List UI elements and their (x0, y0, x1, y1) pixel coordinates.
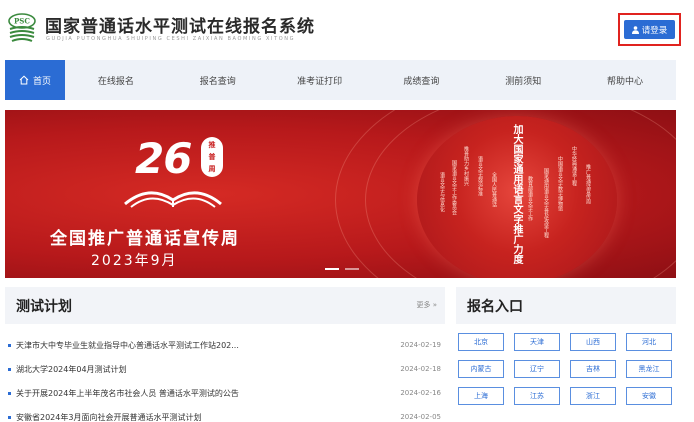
carousel-indicators (325, 268, 359, 270)
globe-line: 语言文字规范标准 (477, 156, 483, 196)
province-button-beijing[interactable]: 北京 (458, 333, 504, 351)
list-item-date: 2024-02-18 (400, 365, 441, 373)
test-plan-title: 测试计划 (16, 299, 72, 315)
user-icon (631, 25, 639, 34)
province-button-inner-mongolia[interactable]: 内蒙古 (458, 360, 504, 378)
open-book-icon (124, 191, 222, 208)
login-button[interactable]: 请登录 (624, 20, 675, 39)
bullet-icon (8, 415, 11, 419)
province-grid: 北京 天津 山西 河北 内蒙古 辽宁 吉林 黑龙江 上海 江苏 浙江 安徽 (458, 333, 676, 405)
list-item-title: 湖北大学2024年04月测试计划 (16, 364, 127, 374)
province-button-jiangsu[interactable]: 江苏 (514, 387, 560, 405)
nav-label-home: 首页 (32, 76, 51, 87)
registration-panel: 报名入口 北京 天津 山西 河北 内蒙古 辽宁 吉林 黑龙江 上海 江苏 浙江 … (456, 287, 676, 422)
globe-line: 语言文字与信息化 (439, 172, 445, 212)
province-button-heilongjiang[interactable]: 黑龙江 (626, 360, 672, 378)
list-item-date: 2024-02-19 (400, 341, 441, 349)
main-nav: 首页 在线报名 报名查询 准考证打印 成绩查询 测前须知 帮助中心 (5, 60, 676, 100)
psc-logo: PSC (8, 13, 36, 42)
province-button-hebei[interactable]: 河北 (626, 333, 672, 351)
test-plan-header: 测试计划 更多 » (5, 287, 445, 324)
province-button-anhui[interactable]: 安徽 (626, 387, 672, 405)
bullet-icon (8, 391, 11, 395)
nav-item-admission-ticket[interactable]: 准考证打印 (269, 60, 371, 100)
list-item-title: 安徽省2024年3月面向社会开展普通话水平测试计划 (16, 412, 202, 422)
globe-line: 全国人民普通话 (491, 172, 497, 207)
nav-item-score-query[interactable]: 成绩查询 (370, 60, 472, 100)
banner-headline: 全国推广普通话宣传周 (50, 229, 240, 249)
promo-banner[interactable]: 26 推 普 周 全国推广普通话宣传周 2023年9月 加大国家通用语言文字推广… (5, 110, 676, 278)
list-item[interactable]: 天津市大中专毕业生就业指导中心普通话水平测试工作站202... 2024-02-… (5, 335, 445, 355)
province-button-tianjin[interactable]: 天津 (514, 333, 560, 351)
province-button-shanxi[interactable]: 山西 (570, 333, 616, 351)
badge-char: 推 (208, 141, 216, 149)
province-button-zhejiang[interactable]: 浙江 (570, 387, 616, 405)
globe-line: 国家通用语言文字普及攻坚工程 (543, 168, 549, 238)
nav-item-home[interactable]: 首页 (5, 60, 65, 100)
more-link[interactable]: 更多 » (416, 300, 437, 310)
banner-badge: 推 普 周 (201, 137, 223, 177)
registration-header: 报名入口 (456, 287, 676, 324)
nav-item-pretest-notice[interactable]: 测前须知 (472, 60, 574, 100)
globe-line: 教育部语言文字工作 (527, 176, 533, 221)
list-item-date: 2024-02-16 (400, 389, 441, 397)
carousel-dot[interactable] (325, 268, 339, 270)
site-subtitle: GUOJIA PUTONGHUA SHUIPING CESHI ZAIXIAN … (46, 36, 296, 42)
nav-item-online-registration[interactable]: 在线报名 (65, 60, 167, 100)
globe-main-text: 加大国家通用语言文字推广力度 (511, 124, 522, 264)
nav-item-registration-query[interactable]: 报名查询 (167, 60, 269, 100)
globe-line: 推广普通话宣传周 (585, 164, 591, 204)
globe-line: 中华经典诵读工程 (571, 146, 577, 186)
globe-line: 国家语言文字工作委员会 (451, 160, 457, 215)
province-button-jilin[interactable]: 吉林 (570, 360, 616, 378)
list-item-title: 关于开展2024年上半年茂名市社会人员 普通话水平测试的公告 (16, 388, 239, 398)
carousel-dot[interactable] (345, 268, 359, 270)
logo-text: PSC (14, 17, 30, 26)
globe-line: 推普助力乡村振兴 (463, 146, 469, 186)
list-item-title: 天津市大中专毕业生就业指导中心普通话水平测试工作站202... (16, 340, 239, 350)
login-highlight-frame: 请登录 (618, 13, 681, 46)
banner-globe: 加大国家通用语言文字推广力度 中华经典诵读工程 中国语言文字数字博物馆 国家通用… (417, 116, 617, 278)
home-icon (19, 75, 29, 85)
nav-item-help-center[interactable]: 帮助中心 (574, 60, 676, 100)
banner-date: 2023年9月 (91, 253, 178, 269)
list-item[interactable]: 安徽省2024年3月面向社会开展普通话水平测试计划 2024-02-05 (5, 407, 445, 422)
banner-number: 26 (135, 134, 192, 183)
list-item[interactable]: 湖北大学2024年04月测试计划 2024-02-18 (5, 359, 445, 379)
province-button-liaoning[interactable]: 辽宁 (514, 360, 560, 378)
globe-line: 中国语言文字数字博物馆 (557, 156, 563, 211)
site-title: 国家普通话水平测试在线报名系统 (45, 17, 315, 37)
badge-char: 周 (208, 165, 216, 173)
badge-char: 普 (208, 153, 216, 161)
registration-title: 报名入口 (467, 299, 523, 315)
login-label: 请登录 (641, 25, 668, 36)
bullet-icon (8, 367, 11, 371)
list-item[interactable]: 关于开展2024年上半年茂名市社会人员 普通话水平测试的公告 2024-02-1… (5, 383, 445, 403)
province-button-shanghai[interactable]: 上海 (458, 387, 504, 405)
bullet-icon (8, 343, 11, 347)
header: PSC 国家普通话水平测试在线报名系统 GUOJIA PUTONGHUA SHU… (0, 0, 694, 56)
list-item-date: 2024-02-05 (400, 413, 441, 421)
test-plan-panel: 测试计划 更多 » 天津市大中专毕业生就业指导中心普通话水平测试工作站202..… (5, 287, 445, 422)
